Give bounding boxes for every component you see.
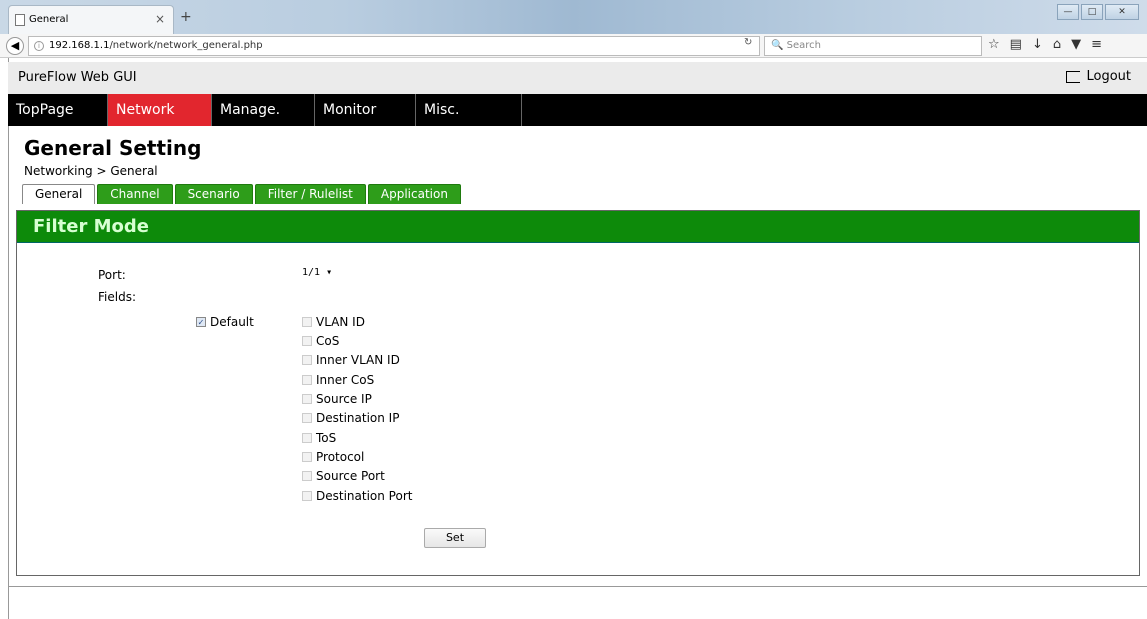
new-tab-button[interactable]: + <box>180 9 192 25</box>
tab-channel[interactable]: Channel <box>97 184 173 204</box>
download-icon[interactable]: ↓ <box>1032 37 1043 52</box>
tab-general[interactable]: General <box>22 184 96 204</box>
checkbox-checked-icon[interactable]: ✓ <box>196 317 206 327</box>
menu-item-network[interactable]: Network <box>108 94 212 126</box>
sub-tabs: General Channel Scenario Filter / Ruleli… <box>22 184 461 204</box>
checkbox-icon[interactable] <box>302 433 312 443</box>
field-destination-ip[interactable]: Destination IP <box>302 411 399 425</box>
menu-item-misc[interactable]: Misc. <box>416 94 522 126</box>
url-text: 192.168.1.1/network/network_general.php <box>49 40 263 51</box>
field-source-port[interactable]: Source Port <box>302 469 385 483</box>
logout-button[interactable]: Logout <box>1066 69 1131 84</box>
panel-title: Filter Mode <box>33 216 149 237</box>
search-input[interactable]: 🔍 Search <box>764 36 982 56</box>
panel-header <box>17 211 1139 243</box>
page-border <box>8 58 9 619</box>
tab-filter-rulelist[interactable]: Filter / Rulelist <box>254 184 366 204</box>
menu-item-monitor[interactable]: Monitor <box>315 94 416 126</box>
page-favicon-icon <box>15 14 25 26</box>
fields-label: Fields: <box>98 290 136 304</box>
checkbox-icon[interactable] <box>302 471 312 481</box>
maximize-icon[interactable]: □ <box>1081 4 1103 20</box>
breadcrumb: Networking > General <box>24 164 158 178</box>
app-header: PureFlow Web GUI Logout <box>8 62 1147 94</box>
filter-mode-panel: Filter Mode <box>16 210 1140 576</box>
checkbox-icon[interactable] <box>302 375 312 385</box>
star-icon[interactable]: ☆ <box>988 37 1000 52</box>
pocket-icon[interactable]: ▼ <box>1071 37 1081 52</box>
field-cos[interactable]: CoS <box>302 334 339 348</box>
minimize-icon[interactable]: — <box>1057 4 1079 20</box>
main-menu: TopPage Network Manage. Monitor Misc. <box>8 94 1147 126</box>
checkbox-icon[interactable] <box>302 336 312 346</box>
default-label: Default <box>210 315 254 329</box>
port-select[interactable]: 1/1 ▾ <box>302 267 332 278</box>
checkbox-icon[interactable] <box>302 394 312 404</box>
field-source-ip[interactable]: Source IP <box>302 392 372 406</box>
home-icon[interactable]: ⌂ <box>1053 37 1061 52</box>
checkbox-icon[interactable] <box>302 413 312 423</box>
reading-list-icon[interactable]: ▤ <box>1010 37 1022 52</box>
tab-scenario[interactable]: Scenario <box>174 184 253 204</box>
field-inner-vlan-id[interactable]: Inner VLAN ID <box>302 353 400 367</box>
page-title: General Setting <box>24 136 202 160</box>
address-bar[interactable]: i 192.168.1.1/network/network_general.ph… <box>28 36 760 56</box>
field-protocol[interactable]: Protocol <box>302 450 364 464</box>
checkbox-icon[interactable] <box>302 452 312 462</box>
app-title: PureFlow Web GUI <box>18 70 137 85</box>
browser-titlebar: General × + — □ ✕ <box>0 0 1147 34</box>
field-tos[interactable]: ToS <box>302 431 336 445</box>
checkbox-icon[interactable] <box>302 491 312 501</box>
menu-item-manage[interactable]: Manage. <box>212 94 315 126</box>
field-destination-port[interactable]: Destination Port <box>302 489 412 503</box>
checkbox-icon[interactable] <box>302 355 312 365</box>
reload-icon[interactable]: ↻ <box>744 37 752 48</box>
field-vlan-id[interactable]: VLAN ID <box>302 315 365 329</box>
logout-icon <box>1066 70 1081 83</box>
tab-title: General <box>29 14 69 25</box>
site-info-icon[interactable]: i <box>34 41 44 51</box>
tab-close-icon[interactable]: × <box>155 12 165 26</box>
menu-item-toppage[interactable]: TopPage <box>8 94 108 126</box>
default-checkbox[interactable]: ✓ Default <box>196 315 254 329</box>
field-inner-cos[interactable]: Inner CoS <box>302 373 374 387</box>
logout-label: Logout <box>1086 69 1131 84</box>
port-label: Port: <box>98 268 126 282</box>
browser-tab[interactable]: General × <box>8 5 174 34</box>
back-arrow-icon[interactable]: ◀ <box>6 37 24 55</box>
tab-application[interactable]: Application <box>367 184 461 204</box>
footer-divider <box>8 586 1147 587</box>
set-button[interactable]: Set <box>424 528 486 548</box>
browser-toolbar-icons: ☆ ▤ ↓ ⌂ ▼ ≡ <box>988 37 1102 52</box>
window-controls: — □ ✕ <box>1057 4 1139 20</box>
close-icon[interactable]: ✕ <box>1105 4 1139 20</box>
checkbox-icon[interactable] <box>302 317 312 327</box>
menu-icon[interactable]: ≡ <box>1091 37 1102 52</box>
